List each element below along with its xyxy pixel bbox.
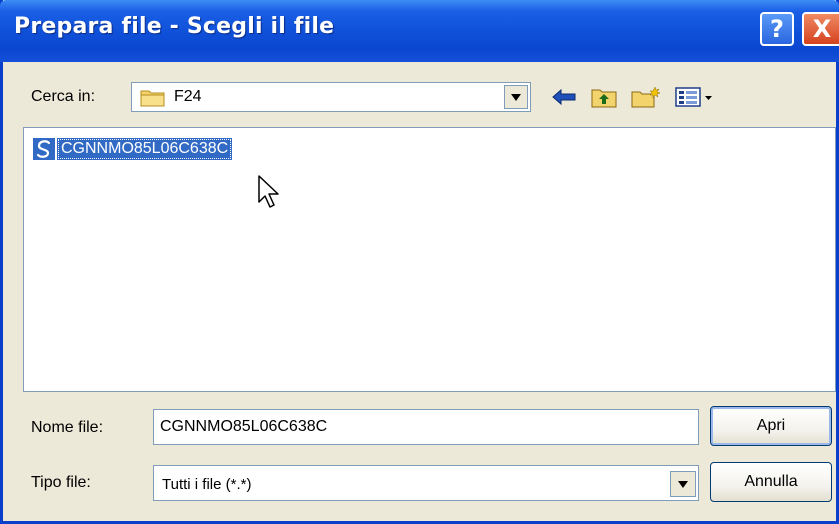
document-icon xyxy=(33,138,55,160)
up-folder-icon[interactable] xyxy=(591,86,617,108)
file-item-label: CGNNMO85L06C638C xyxy=(57,138,233,160)
file-dialog: Prepara file - Scegli il file ? X Cerca … xyxy=(0,0,839,524)
window-title: Prepara file - Scegli il file xyxy=(14,14,335,39)
file-list[interactable]: CGNNMO85L06C638C xyxy=(23,127,836,392)
mouse-pointer-icon xyxy=(258,175,279,208)
new-folder-icon[interactable] xyxy=(631,86,661,108)
look-in-dropdown-arrow[interactable] xyxy=(504,85,528,109)
back-arrow-icon[interactable] xyxy=(551,86,577,108)
title-bar[interactable]: Prepara file - Scegli il file ? X xyxy=(0,0,839,62)
open-button[interactable]: Apri xyxy=(710,406,832,446)
look-in-value: F24 xyxy=(174,88,202,105)
help-button[interactable]: ? xyxy=(760,12,794,46)
close-icon: X xyxy=(812,15,832,43)
file-type-label: Tipo file: xyxy=(31,474,91,491)
help-icon: ? xyxy=(770,15,784,43)
views-menu-icon[interactable] xyxy=(675,86,719,108)
file-type-dropdown-arrow[interactable] xyxy=(670,471,696,497)
chevron-down-icon xyxy=(511,93,521,101)
file-type-dropdown[interactable]: Tutti i file (*.*) xyxy=(153,465,699,501)
file-name-input[interactable]: CGNNMO85L06C638C xyxy=(153,409,699,445)
folder-icon xyxy=(140,90,165,107)
list-item[interactable]: CGNNMO85L06C638C xyxy=(33,136,233,162)
chevron-down-icon xyxy=(678,480,688,488)
look-in-dropdown[interactable]: F24 xyxy=(131,82,531,112)
cancel-button[interactable]: Annulla xyxy=(710,462,832,502)
file-name-label: Nome file: xyxy=(31,419,104,436)
close-button[interactable]: X xyxy=(802,12,839,46)
look-in-label: Cerca in: xyxy=(31,88,96,105)
file-type-value: Tutti i file (*.*) xyxy=(162,476,252,493)
